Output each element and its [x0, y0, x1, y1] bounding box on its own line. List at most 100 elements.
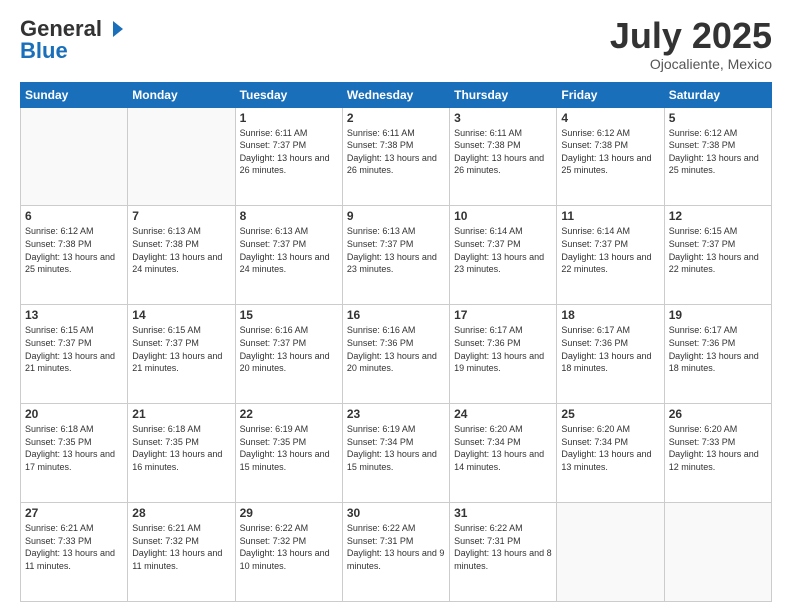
calendar-cell: 29Sunrise: 6:22 AMSunset: 7:32 PMDayligh…: [235, 503, 342, 602]
calendar-cell: [21, 107, 128, 206]
calendar-cell: 2 Sunrise: 6:11 AMSunset: 7:38 PMDaylight…: [342, 107, 449, 206]
calendar-cell: 24Sunrise: 6:20 AMSunset: 7:34 PMDayligh…: [450, 404, 557, 503]
day-number: 18: [561, 308, 659, 322]
main-title: July 2025: [610, 16, 772, 56]
day-number: 9: [347, 209, 445, 223]
day-info: Sunrise: 6:18 AMSunset: 7:35 PMDaylight:…: [132, 423, 230, 473]
calendar-cell: 22Sunrise: 6:19 AMSunset: 7:35 PMDayligh…: [235, 404, 342, 503]
calendar-cell: 20 Sunrise: 6:18 AMSunset: 7:35 PMDayligh…: [21, 404, 128, 503]
calendar-cell: 5 Sunrise: 6:12 AMSunset: 7:38 PMDaylight…: [664, 107, 771, 206]
day-number: 28: [132, 506, 230, 520]
day-info: Sunrise: 6:11 AMSunset: 7:38 PMDaylight:…: [454, 127, 552, 177]
day-number: 7: [132, 209, 230, 223]
day-number: 29: [240, 506, 338, 520]
day-number: 6: [25, 209, 123, 223]
calendar-week-5: 27Sunrise: 6:21 AMSunset: 7:33 PMDayligh…: [21, 503, 772, 602]
day-info: Sunrise: 6:13 AMSunset: 7:37 PMDaylight:…: [240, 225, 338, 275]
day-number: 26: [669, 407, 767, 421]
day-info: Sunrise: 6:12 AMSunset: 7:38 PMDaylight:…: [561, 127, 659, 177]
day-number: 12: [669, 209, 767, 223]
calendar-cell: 7 Sunrise: 6:13 AMSunset: 7:38 PMDaylight…: [128, 206, 235, 305]
calendar-cell: 26 Sunrise: 6:20 AMSunset: 7:33 PMDayligh…: [664, 404, 771, 503]
calendar-cell: 10Sunrise: 6:14 AMSunset: 7:37 PMDayligh…: [450, 206, 557, 305]
col-thursday: Thursday: [450, 82, 557, 107]
calendar-cell: 4 Sunrise: 6:12 AMSunset: 7:38 PMDaylight…: [557, 107, 664, 206]
day-number: 8: [240, 209, 338, 223]
day-number: 24: [454, 407, 552, 421]
day-number: 22: [240, 407, 338, 421]
calendar-table: Sunday Monday Tuesday Wednesday Thursday…: [20, 82, 772, 602]
day-info: Sunrise: 6:15 AMSunset: 7:37 PMDaylight:…: [132, 324, 230, 374]
day-number: 20: [25, 407, 123, 421]
day-number: 16: [347, 308, 445, 322]
day-info: Sunrise: 6:17 AMSunset: 7:36 PMDaylight:…: [669, 324, 767, 374]
day-info: Sunrise: 6:12 AMSunset: 7:38 PMDaylight:…: [669, 127, 767, 177]
day-info: Sunrise: 6:14 AMSunset: 7:37 PMDaylight:…: [561, 225, 659, 275]
calendar-header-row: Sunday Monday Tuesday Wednesday Thursday…: [21, 82, 772, 107]
day-number: 27: [25, 506, 123, 520]
col-saturday: Saturday: [664, 82, 771, 107]
calendar-cell: 16 Sunrise: 6:16 AMSunset: 7:36 PMDayligh…: [342, 305, 449, 404]
col-wednesday: Wednesday: [342, 82, 449, 107]
calendar-cell: [128, 107, 235, 206]
calendar-cell: 18 Sunrise: 6:17 AMSunset: 7:36 PMDayligh…: [557, 305, 664, 404]
day-number: 4: [561, 111, 659, 125]
day-info: Sunrise: 6:15 AMSunset: 7:37 PMDaylight:…: [25, 324, 123, 374]
calendar-week-1: 1Sunrise: 6:11 AMSunset: 7:37 PMDaylight…: [21, 107, 772, 206]
day-number: 13: [25, 308, 123, 322]
col-tuesday: Tuesday: [235, 82, 342, 107]
day-info: Sunrise: 6:15 AMSunset: 7:37 PMDaylight:…: [669, 225, 767, 275]
day-number: 3: [454, 111, 552, 125]
calendar-cell: 1Sunrise: 6:11 AMSunset: 7:37 PMDaylight…: [235, 107, 342, 206]
day-info: Sunrise: 6:19 AMSunset: 7:34 PMDaylight:…: [347, 423, 445, 473]
calendar-cell: 15Sunrise: 6:16 AMSunset: 7:37 PMDayligh…: [235, 305, 342, 404]
calendar-cell: 25 Sunrise: 6:20 AMSunset: 7:34 PMDayligh…: [557, 404, 664, 503]
day-number: 25: [561, 407, 659, 421]
col-sunday: Sunday: [21, 82, 128, 107]
col-monday: Monday: [128, 82, 235, 107]
calendar-cell: 13 Sunrise: 6:15 AMSunset: 7:37 PMDayligh…: [21, 305, 128, 404]
title-block: July 2025 Ojocaliente, Mexico: [610, 16, 772, 72]
logo: General Blue: [20, 16, 124, 64]
day-info: Sunrise: 6:17 AMSunset: 7:36 PMDaylight:…: [561, 324, 659, 374]
calendar-week-2: 6 Sunrise: 6:12 AMSunset: 7:38 PMDaylight…: [21, 206, 772, 305]
day-info: Sunrise: 6:21 AMSunset: 7:32 PMDaylight:…: [132, 522, 230, 572]
subtitle: Ojocaliente, Mexico: [610, 56, 772, 72]
day-number: 19: [669, 308, 767, 322]
day-info: Sunrise: 6:18 AMSunset: 7:35 PMDaylight:…: [25, 423, 123, 473]
day-number: 15: [240, 308, 338, 322]
calendar-cell: 27Sunrise: 6:21 AMSunset: 7:33 PMDayligh…: [21, 503, 128, 602]
calendar-cell: 17Sunrise: 6:17 AMSunset: 7:36 PMDayligh…: [450, 305, 557, 404]
day-info: Sunrise: 6:11 AMSunset: 7:37 PMDaylight:…: [240, 127, 338, 177]
day-number: 17: [454, 308, 552, 322]
calendar-cell: 6 Sunrise: 6:12 AMSunset: 7:38 PMDaylight…: [21, 206, 128, 305]
day-info: Sunrise: 6:16 AMSunset: 7:36 PMDaylight:…: [347, 324, 445, 374]
day-info: Sunrise: 6:13 AMSunset: 7:38 PMDaylight:…: [132, 225, 230, 275]
day-info: Sunrise: 6:11 AMSunset: 7:38 PMDaylight:…: [347, 127, 445, 177]
calendar-cell: 11 Sunrise: 6:14 AMSunset: 7:37 PMDayligh…: [557, 206, 664, 305]
day-info: Sunrise: 6:13 AMSunset: 7:37 PMDaylight:…: [347, 225, 445, 275]
day-info: Sunrise: 6:20 AMSunset: 7:34 PMDaylight:…: [561, 423, 659, 473]
calendar-cell: 28 Sunrise: 6:21 AMSunset: 7:32 PMDayligh…: [128, 503, 235, 602]
calendar-cell: 30Sunrise: 6:22 AMSunset: 7:31 PMDayligh…: [342, 503, 449, 602]
day-number: 14: [132, 308, 230, 322]
day-info: Sunrise: 6:12 AMSunset: 7:38 PMDaylight:…: [25, 225, 123, 275]
header: General Blue July 2025 Ojocaliente, Mexi…: [20, 16, 772, 72]
day-number: 21: [132, 407, 230, 421]
day-number: 11: [561, 209, 659, 223]
calendar-week-4: 20 Sunrise: 6:18 AMSunset: 7:35 PMDayligh…: [21, 404, 772, 503]
day-number: 2: [347, 111, 445, 125]
calendar-week-3: 13 Sunrise: 6:15 AMSunset: 7:37 PMDayligh…: [21, 305, 772, 404]
calendar-cell: 19 Sunrise: 6:17 AMSunset: 7:36 PMDayligh…: [664, 305, 771, 404]
page: General Blue July 2025 Ojocaliente, Mexi…: [0, 0, 792, 612]
day-info: Sunrise: 6:22 AMSunset: 7:31 PMDaylight:…: [347, 522, 445, 572]
calendar-cell: 3 Sunrise: 6:11 AMSunset: 7:38 PMDaylight…: [450, 107, 557, 206]
day-info: Sunrise: 6:20 AMSunset: 7:33 PMDaylight:…: [669, 423, 767, 473]
calendar-cell: 31Sunrise: 6:22 AMSunset: 7:31 PMDayligh…: [450, 503, 557, 602]
calendar-cell: 8 Sunrise: 6:13 AMSunset: 7:37 PMDaylight…: [235, 206, 342, 305]
day-info: Sunrise: 6:22 AMSunset: 7:31 PMDaylight:…: [454, 522, 552, 572]
logo-icon: [103, 19, 123, 39]
col-friday: Friday: [557, 82, 664, 107]
day-number: 23: [347, 407, 445, 421]
day-number: 5: [669, 111, 767, 125]
